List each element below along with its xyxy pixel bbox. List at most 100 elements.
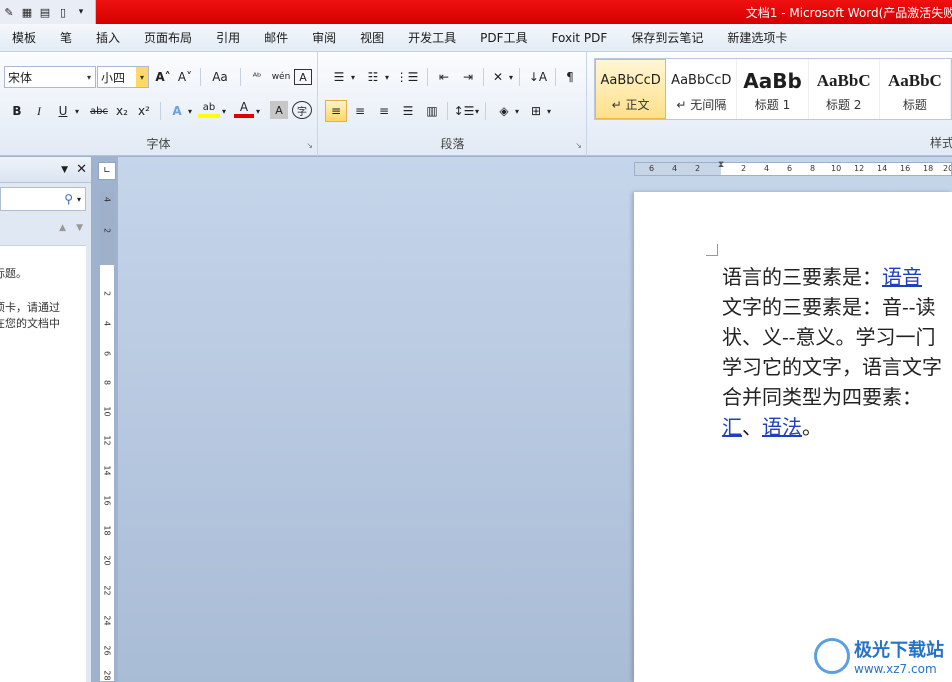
tab-pen[interactable]: 笔 [48,29,84,46]
text-run: 。 [802,415,822,439]
indent-marker-icon[interactable]: ⧗ [716,160,726,178]
format-icon[interactable]: ▤ [38,5,52,19]
ruler-tick: 16 [900,164,911,173]
paragraph-group-label: 段落 [440,137,465,151]
show-marks-icon[interactable]: ¶ [561,66,579,88]
navigation-pane: ▼ ✕ ⚲ ▾ ▲ ▼ 标题。 项卡，请通过 在您的文档中 [0,157,92,682]
style-heading-1[interactable]: AaBb 标题 1 [737,59,809,119]
line-spacing-icon[interactable]: ↕☰ [453,100,475,122]
font-name-combo[interactable]: 宋体 ▾ [4,66,96,88]
chevron-down-icon[interactable]: ▾ [83,67,95,87]
previous-icon[interactable]: ▲ [59,223,66,233]
tab-new-tab[interactable]: 新建选项卡 [715,29,799,46]
align-right-icon[interactable]: ≡ [373,100,395,122]
subscript-button[interactable]: x₂ [112,100,132,122]
font-size-combo[interactable]: 小四 ▾ [97,66,149,88]
document-text[interactable]: 语言的三要素是：语音 文字的三要素是：音--读 状、义--意义。学习一门 学习它… [722,262,952,442]
grow-font-button[interactable]: A˄ [154,66,172,88]
tab-view[interactable]: 视图 [348,29,396,46]
document-page[interactable]: 语言的三要素是：语音 文字的三要素是：音--读 状、义--意义。学习一门 学习它… [634,192,952,682]
chevron-down-icon[interactable]: ▾ [254,100,262,122]
ribbon: 宋体 ▾ 小四 ▾ A˄ A˅ Aa ᴬᵇ wén A B I U ▾ abc … [0,52,952,156]
chevron-down-icon[interactable]: ▾ [383,66,391,88]
sort-icon[interactable]: ↓A [527,66,549,88]
chevron-down-icon[interactable]: ▾ [545,100,553,122]
font-color-icon[interactable]: A [234,100,254,118]
dialog-launcher-icon[interactable]: ↘ [575,141,582,150]
style-name: 标题 2 [825,97,862,112]
print-preview-icon[interactable]: ▦ [20,5,34,19]
chevron-down-icon[interactable]: ▾ [220,100,228,122]
align-left-icon[interactable]: ≡ [325,100,347,122]
vertical-ruler: 4 2 2 4 6 8 10 12 14 16 18 20 22 24 26 2… [99,192,115,682]
customize-qat-icon[interactable]: ▾ [74,5,88,19]
italic-button[interactable]: I [30,100,48,122]
ruler-tick: 2 [102,227,112,234]
tab-review[interactable]: 审阅 [300,29,348,46]
superscript-button[interactable]: x² [134,100,154,122]
underline-button[interactable]: U [54,100,72,122]
tab-developer[interactable]: 开发工具 [396,29,468,46]
character-shading-icon[interactable]: A [270,101,288,119]
style-normal[interactable]: AaBbCcD ↵ 正文 [595,59,667,119]
chevron-down-icon[interactable]: ▾ [77,195,81,204]
enclosed-character-icon[interactable]: 字 [292,101,312,119]
next-icon[interactable]: ▼ [76,223,83,233]
chevron-down-icon[interactable]: ▾ [507,66,515,88]
dialog-launcher-icon[interactable]: ↘ [306,141,313,150]
clear-format-icon[interactable]: ᴬᵇ [246,66,268,88]
nav-search-box[interactable]: ⚲ ▾ [0,187,86,211]
align-center-icon[interactable]: ≡ [349,100,371,122]
bullets-icon[interactable]: ☰ [327,66,351,88]
chevron-down-icon[interactable]: ▾ [186,100,194,122]
style-heading-2[interactable]: AaBbC 标题 2 [809,59,880,119]
change-case-button[interactable]: Aa [206,66,234,88]
multilevel-list-icon[interactable]: ⋮☰ [395,66,419,88]
tab-save-cloud-note[interactable]: 保存到云笔记 [619,29,715,46]
chevron-down-icon[interactable]: ▼ [61,165,68,175]
ruler-tick: 20 [102,555,112,566]
text-line: 合并同类型为四要素： [722,385,922,409]
distributed-icon[interactable]: ▥ [421,100,443,122]
character-border-icon[interactable]: A [294,69,312,85]
justify-icon[interactable]: ☰ [397,100,419,122]
chinese-layout-icon[interactable]: ✕ [487,66,509,88]
search-icon[interactable]: ⚲ [64,192,73,206]
tab-pdf-tools[interactable]: PDF工具 [468,29,539,46]
tab-template[interactable]: 模板 [0,29,48,46]
chevron-down-icon[interactable]: ▾ [349,66,357,88]
highlight-icon[interactable]: ab [198,100,220,118]
tab-insert[interactable]: 插入 [84,29,132,46]
separator [200,68,201,86]
shading-icon[interactable]: ◈ [493,100,515,122]
style-name: ↵ 无间隔 [676,97,727,112]
numbering-icon[interactable]: ☷ [361,66,385,88]
tab-page-layout[interactable]: 页面布局 [132,29,204,46]
text-effects-icon[interactable]: A [166,100,188,122]
hyperlink[interactable]: 语音 [882,265,922,289]
hyperlink[interactable]: 汇 [722,415,742,439]
tab-references[interactable]: 引用 [204,29,252,46]
pen-icon[interactable]: ✎ [2,5,16,19]
style-preview: AaBb [743,68,802,93]
chevron-down-icon[interactable]: ▾ [136,67,148,87]
strikethrough-button[interactable]: abc [88,100,110,122]
style-no-spacing[interactable]: AaBbCcD ↵ 无间隔 [666,59,738,119]
style-title[interactable]: AaBbC 标题 [880,59,952,119]
pinyin-guide-button[interactable]: wén [270,66,292,88]
borders-icon[interactable]: ⊞ [525,100,547,122]
close-icon[interactable]: ✕ [76,162,87,177]
shrink-font-button[interactable]: A˅ [176,66,194,88]
tab-selector-icon[interactable]: ∟ [98,162,116,180]
chevron-down-icon[interactable]: ▾ [513,100,521,122]
chevron-down-icon[interactable]: ▾ [473,100,481,122]
hyperlink[interactable]: 语法 [762,415,802,439]
tab-foxit-pdf[interactable]: Foxit PDF [540,31,620,45]
increase-indent-icon[interactable]: ⇥ [457,66,479,88]
tab-mailings[interactable]: 邮件 [252,29,300,46]
reading-icon[interactable]: ▯ [56,5,70,19]
chevron-down-icon[interactable]: ▾ [72,100,82,122]
decrease-indent-icon[interactable]: ⇤ [433,66,455,88]
bold-button[interactable]: B [8,100,26,122]
text-run: 语言的三要素是： [722,265,882,289]
